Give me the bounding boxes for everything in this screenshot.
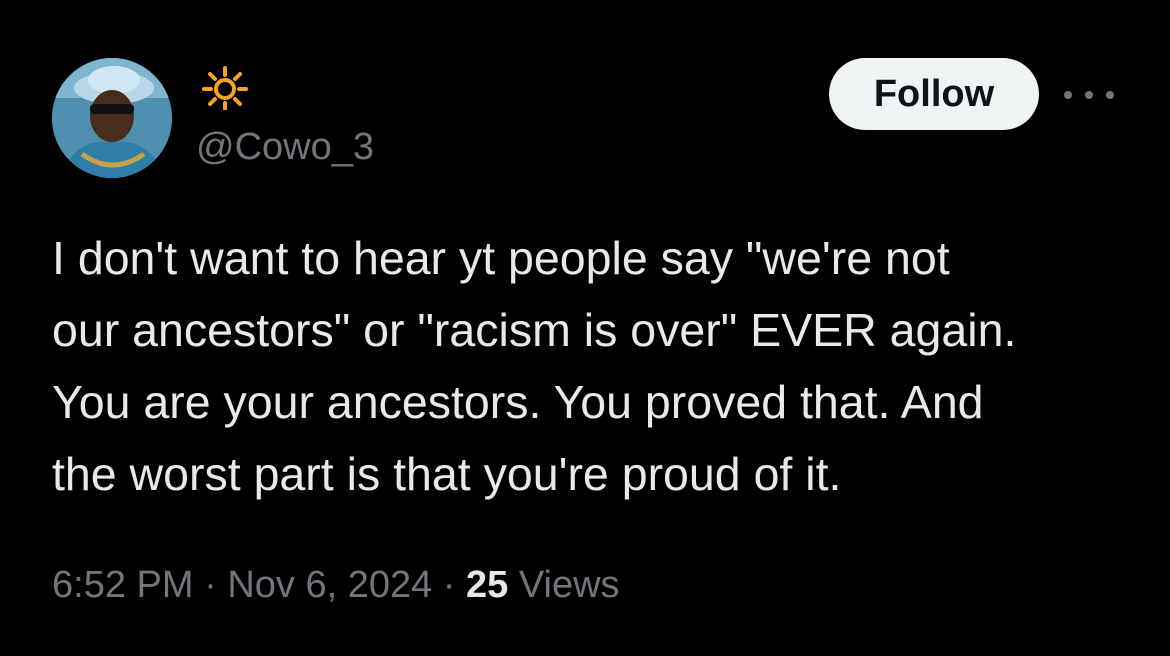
views-label: Views <box>508 564 620 606</box>
tweet-time[interactable]: 6:52 PM <box>52 564 194 606</box>
user-handle[interactable]: @Cowo_3 <box>196 124 374 170</box>
avatar[interactable] <box>52 58 172 178</box>
tweet-meta: 6:52 PM · Nov 6, 2024 · 25 Views <box>52 560 620 610</box>
tweet: @Cowo_3 Follow I don't want to hear yt p… <box>0 0 1170 656</box>
avatar-photo <box>52 58 172 178</box>
meta-separator: · <box>193 564 228 606</box>
more-horizontal-icon <box>1106 91 1114 99</box>
meta-separator: · <box>432 564 467 606</box>
more-horizontal-icon <box>1085 91 1093 99</box>
sun-icon <box>202 66 248 111</box>
display-name[interactable] <box>196 66 254 111</box>
views-count[interactable]: 25 <box>466 564 508 606</box>
more-options-button[interactable] <box>1064 80 1114 110</box>
more-horizontal-icon <box>1064 91 1072 99</box>
tweet-text: I don't want to hear yt people say "we'r… <box>52 232 1017 500</box>
tweet-date[interactable]: Nov 6, 2024 <box>227 564 432 606</box>
follow-button[interactable]: Follow <box>829 58 1039 130</box>
